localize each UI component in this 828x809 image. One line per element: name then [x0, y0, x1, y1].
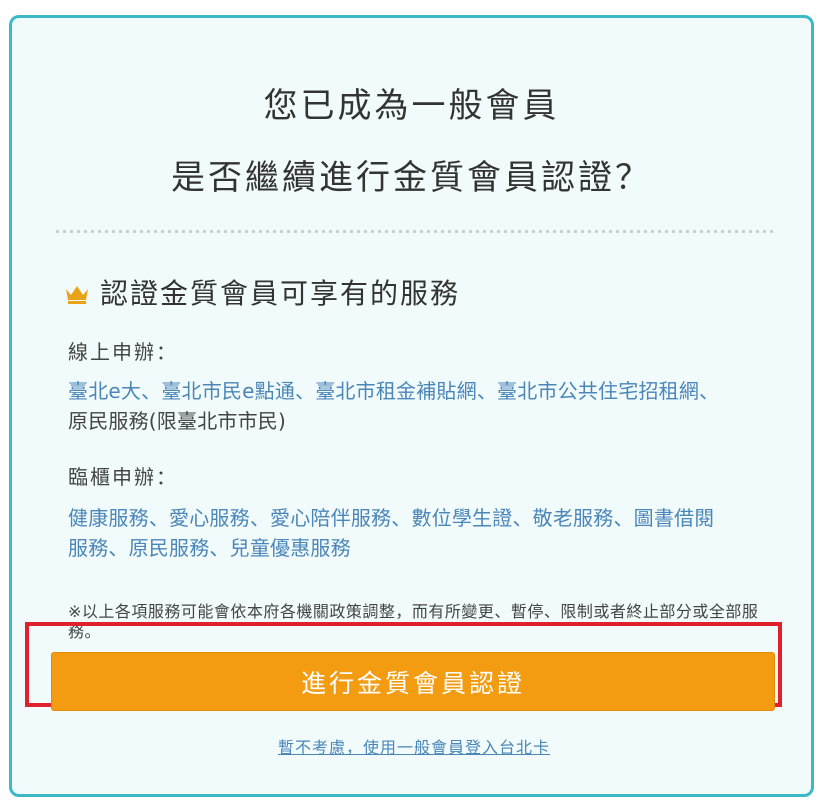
- dialog-title-line2: 是否繼續進行金質會員認證？: [171, 158, 652, 198]
- list-separator: 、: [613, 506, 634, 530]
- online-services-label: 線上申辦：: [68, 340, 178, 364]
- service-link-library[interactable]: 圖書借閱: [634, 506, 715, 530]
- list-separator: 、: [108, 536, 129, 560]
- list-separator: 、: [476, 379, 498, 403]
- counter-services-label: 臨櫃申辦：: [68, 465, 178, 489]
- skip-login-general-link[interactable]: 暫不考慮，使用一般會員登入台北卡: [0, 734, 828, 758]
- list-separator: 、: [699, 379, 720, 403]
- list-separator: 、: [391, 506, 412, 530]
- gold-member-certify-button[interactable]: 進行金質會員認證: [51, 652, 775, 711]
- service-link-taipei-e-university[interactable]: 臺北e大: [68, 379, 141, 403]
- online-services-list: 臺北e大、臺北市民e點通、臺北市租金補貼網、臺北市公共住宅招租網、 原民服務(限臺…: [68, 376, 768, 436]
- service-link-citizen-e-points[interactable]: 臺北市民e點通: [161, 379, 295, 403]
- list-separator: 、: [148, 506, 170, 530]
- crown-icon: [66, 286, 88, 304]
- list-separator: 、: [295, 379, 316, 403]
- list-separator: 、: [141, 379, 162, 403]
- list-separator: 、: [209, 536, 230, 560]
- benefits-heading: 認證金質會員可享有的服務: [64, 272, 460, 312]
- service-link-health[interactable]: 健康服務: [68, 506, 149, 530]
- service-link-rent-subsidy[interactable]: 臺北市租金補貼網: [315, 379, 477, 403]
- service-link-student-card[interactable]: 數位學生證: [411, 506, 512, 530]
- service-link-companion[interactable]: 愛心陪伴服務: [270, 506, 391, 530]
- dotted-divider: [54, 229, 776, 234]
- list-separator: 、: [249, 506, 271, 530]
- service-link-library-cont[interactable]: 服務: [68, 536, 108, 560]
- benefits-heading-text: 認證金質會員可享有的服務: [100, 277, 461, 310]
- counter-services-list: 健康服務、愛心服務、愛心陪伴服務、數位學生證、敬老服務、圖書借閱 服務、原民服務、…: [68, 503, 768, 563]
- service-link-senior[interactable]: 敬老服務: [533, 506, 614, 530]
- list-separator: 、: [512, 506, 533, 530]
- service-link-charity[interactable]: 愛心服務: [169, 506, 250, 530]
- service-link-child-discount[interactable]: 兒童優惠服務: [230, 536, 351, 560]
- service-indigenous-online: 原民服務(限臺北市市民): [68, 409, 287, 433]
- dialog-title-line1: 您已成為一般會員: [263, 86, 560, 126]
- service-link-public-housing[interactable]: 臺北市公共住宅招租網: [497, 379, 699, 403]
- service-link-indigenous[interactable]: 原民服務: [129, 536, 210, 560]
